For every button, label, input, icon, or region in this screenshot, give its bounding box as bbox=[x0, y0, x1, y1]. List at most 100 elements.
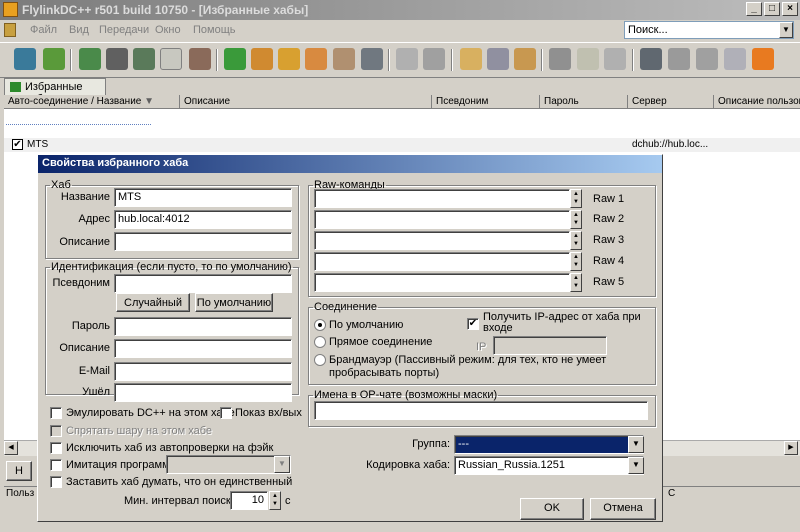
files-icon[interactable] bbox=[305, 48, 327, 70]
monitor-icon[interactable] bbox=[361, 48, 383, 70]
connection-legend: Соединение bbox=[314, 301, 378, 313]
keyboard-icon[interactable] bbox=[549, 48, 571, 70]
default-nick-button[interactable]: По умолчанию bbox=[195, 293, 273, 312]
hub-description-field[interactable] bbox=[114, 232, 292, 251]
queue-icon[interactable] bbox=[133, 48, 155, 70]
cancel-button[interactable]: Отмена bbox=[590, 498, 656, 520]
search-dropdown-button[interactable]: ▼ bbox=[779, 22, 793, 38]
transfers-icon[interactable] bbox=[460, 48, 482, 70]
ip-field[interactable] bbox=[493, 336, 607, 355]
refresh-icon[interactable] bbox=[668, 48, 690, 70]
raw2-field[interactable] bbox=[314, 210, 570, 229]
min-search-interval-field[interactable]: 10 bbox=[230, 491, 268, 510]
column-server[interactable]: Сервер bbox=[628, 95, 714, 109]
list-icon[interactable] bbox=[487, 48, 509, 70]
group-dropdown-icon[interactable]: ▼ bbox=[628, 436, 644, 453]
ok-button[interactable]: OK bbox=[520, 498, 584, 520]
nick-field[interactable] bbox=[114, 274, 292, 293]
away-field[interactable] bbox=[114, 383, 292, 402]
settings-icon[interactable] bbox=[604, 48, 626, 70]
hide-share-checkbox[interactable] bbox=[50, 425, 62, 437]
hub-name-field[interactable]: MTS bbox=[114, 188, 292, 207]
users-icon[interactable] bbox=[189, 48, 211, 70]
download-icon[interactable] bbox=[224, 48, 246, 70]
conn-direct-radio[interactable] bbox=[314, 336, 326, 348]
column-user-description[interactable]: Описание пользов bbox=[714, 95, 800, 109]
search-icon[interactable] bbox=[396, 48, 418, 70]
raw4-spin-icon[interactable]: ▲ ▼ bbox=[570, 252, 582, 271]
user-description-field[interactable] bbox=[114, 339, 292, 358]
encoding-select[interactable]: Russian_Russia.1251 bbox=[454, 456, 644, 475]
row-server: dchub://hub.loc... bbox=[632, 139, 709, 150]
conn-firewall-label: Брандмауэр (Пассивный режим: для тех, кт… bbox=[329, 354, 607, 379]
email-field[interactable] bbox=[114, 362, 292, 381]
menu-view[interactable]: Вид bbox=[69, 24, 89, 36]
raw2-spin-icon[interactable]: ▲ ▼ bbox=[570, 210, 582, 229]
raw5-spin-icon[interactable]: ▲ ▼ bbox=[570, 273, 582, 292]
menu-file[interactable]: Файл bbox=[30, 24, 57, 36]
toolbar-separator bbox=[632, 49, 634, 71]
raw4-field[interactable] bbox=[314, 252, 570, 271]
new-hub-button[interactable]: Н bbox=[6, 461, 32, 481]
folder-icon[interactable] bbox=[333, 48, 355, 70]
column-description[interactable]: Описание bbox=[180, 95, 432, 109]
options-icon[interactable] bbox=[724, 48, 746, 70]
imitate-program-dropdown-icon[interactable]: ▼ bbox=[274, 456, 290, 473]
raw1-spin-icon[interactable]: ▲ ▼ bbox=[570, 189, 582, 208]
rss-icon[interactable] bbox=[752, 48, 774, 70]
shared-icon[interactable] bbox=[278, 48, 300, 70]
scroll-right-icon[interactable]: ▶ bbox=[784, 441, 798, 455]
random-nick-button[interactable]: Случайный bbox=[116, 293, 190, 312]
user-icon[interactable] bbox=[43, 48, 65, 70]
column-password[interactable]: Пароль bbox=[540, 95, 628, 109]
hub-icon[interactable] bbox=[14, 48, 36, 70]
plug-icon[interactable] bbox=[106, 48, 128, 70]
raw5-field[interactable] bbox=[314, 273, 570, 292]
hub-address-field[interactable]: hub.local:4012 bbox=[114, 210, 292, 229]
column-autoconnect-name[interactable]: Авто-соединение / Название ▼ bbox=[4, 95, 180, 109]
imitate-program-select[interactable] bbox=[166, 455, 291, 474]
op-names-field[interactable] bbox=[314, 401, 648, 420]
maximize-button[interactable]: □ bbox=[764, 2, 780, 16]
exclude-fake-checkbox[interactable] bbox=[50, 442, 62, 454]
adl-search-icon[interactable] bbox=[423, 48, 445, 70]
upload-icon[interactable] bbox=[251, 48, 273, 70]
menu-help[interactable]: Помощь bbox=[193, 24, 236, 36]
notepad-icon[interactable] bbox=[514, 48, 536, 70]
close-button[interactable]: × bbox=[782, 2, 798, 16]
menu-window[interactable]: Окно bbox=[155, 24, 181, 36]
hide-share-label: Спрятать шару на этом хабе bbox=[66, 425, 213, 437]
toolbar-separator bbox=[388, 49, 390, 71]
emulate-dc-checkbox[interactable] bbox=[50, 407, 62, 419]
favorites-icon[interactable] bbox=[160, 48, 182, 70]
encoding-dropdown-icon[interactable]: ▼ bbox=[628, 457, 644, 474]
raw1-field[interactable] bbox=[314, 189, 570, 208]
conn-default-radio[interactable] bbox=[314, 319, 326, 331]
imitate-program-label: Имитация программы bbox=[66, 459, 178, 471]
search-input[interactable]: Поиск... bbox=[624, 21, 794, 39]
conn-firewall-radio[interactable] bbox=[314, 354, 326, 366]
password-field[interactable] bbox=[114, 317, 292, 336]
ip-label: IP bbox=[476, 341, 487, 353]
tab-favorite-hubs[interactable]: Избранные хабы bbox=[4, 78, 106, 105]
imitate-program-checkbox[interactable] bbox=[50, 459, 62, 471]
show-joins-checkbox[interactable] bbox=[220, 407, 232, 419]
page-icon[interactable] bbox=[577, 48, 599, 70]
net-icon[interactable] bbox=[640, 48, 662, 70]
column-nick[interactable]: Псевдоним bbox=[432, 95, 540, 109]
hub-description-label: Описание bbox=[59, 236, 110, 248]
group-label: Группа: bbox=[412, 438, 450, 450]
reconnect-icon[interactable] bbox=[79, 48, 101, 70]
group-select[interactable]: --- bbox=[454, 435, 644, 454]
min-search-spinner[interactable]: ▲ ▼ bbox=[269, 491, 281, 510]
only-hub-checkbox[interactable] bbox=[50, 476, 62, 488]
get-ip-checkbox[interactable]: ✔ bbox=[467, 318, 479, 330]
menu-transfers[interactable]: Передачи bbox=[99, 24, 149, 36]
minimize-button[interactable]: _ bbox=[746, 2, 762, 16]
scroll-left-icon[interactable]: ◀ bbox=[4, 441, 18, 455]
raw1-label: Raw 1 bbox=[593, 193, 625, 205]
autoconnect-checkbox[interactable]: ✔ bbox=[12, 139, 23, 150]
raw3-field[interactable] bbox=[314, 231, 570, 250]
raw3-spin-icon[interactable]: ▲ ▼ bbox=[570, 231, 582, 250]
close-all-icon[interactable] bbox=[696, 48, 718, 70]
